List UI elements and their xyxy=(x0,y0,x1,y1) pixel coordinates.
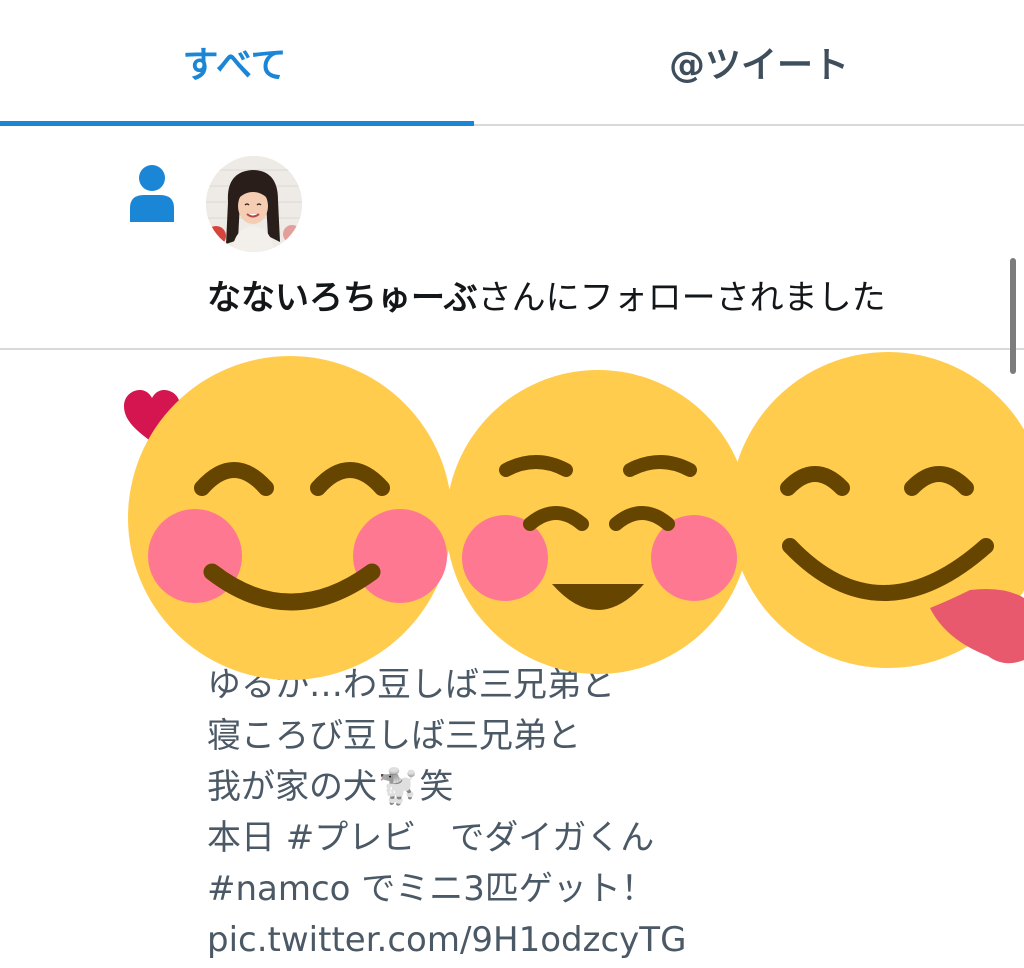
like-notification[interactable]: ゆるか…わ豆しば三兄弟と 寝ころび豆しば三兄弟と 我が家の犬🐩笑 本日 #プレビ… xyxy=(0,350,1024,968)
tweet-line: #namco でミニ3匹ゲット！ xyxy=(207,869,655,909)
tab-bar: すべて @ツイート xyxy=(0,0,1024,126)
follow-message: なないろちゅーぶさんにフォローされました xyxy=(207,270,886,319)
person-icon xyxy=(130,165,174,222)
follow-notification[interactable]: なないろちゅーぶさんにフォローされました xyxy=(0,126,1024,374)
tweet-line: 本日 #プレビ でダイガくん xyxy=(207,818,655,858)
tab-mentions-label: @ツイート xyxy=(668,45,849,86)
tweet-line: 我が家の犬🐩笑 xyxy=(207,767,454,807)
emoji-overlay xyxy=(128,352,1024,680)
face-savoring-food-icon xyxy=(730,352,1024,668)
smiling-face-with-smiling-eyes-icon xyxy=(128,356,452,680)
tab-mentions[interactable]: @ツイート xyxy=(474,0,1024,124)
smiling-face-open-mouth-icon xyxy=(446,370,750,674)
follow-action-text: さんにフォローされました xyxy=(477,278,886,318)
tab-all-label: すべて xyxy=(182,45,287,86)
avatar[interactable] xyxy=(206,156,302,252)
avatar-photo xyxy=(206,156,302,252)
tab-all[interactable]: すべて xyxy=(0,0,474,124)
tweet-link[interactable]: pic.twitter.com/9H1odzcyTG xyxy=(207,915,997,966)
follower-name[interactable]: なないろちゅーぶ xyxy=(207,278,478,318)
tweet-line: 寝ころび豆しば三兄弟と xyxy=(207,716,581,756)
